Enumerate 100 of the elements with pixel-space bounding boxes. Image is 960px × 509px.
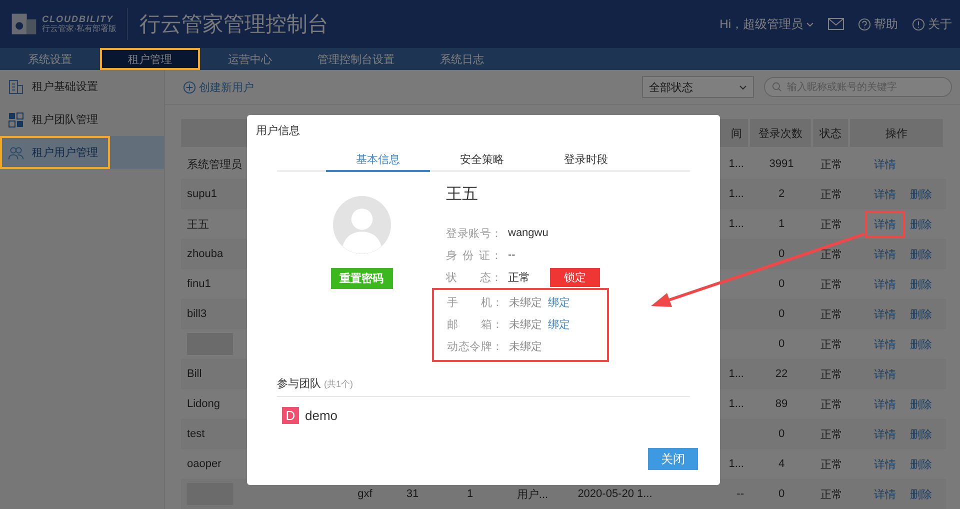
table-cell: 1... (728, 158, 744, 170)
status-dropdown[interactable]: 全部状态 (642, 76, 754, 98)
logo-subtitle: 行云管家·私有部署版 (42, 24, 117, 34)
logo-wordmark: CLOUDBILITY (42, 14, 114, 24)
bind-link[interactable]: 绑定 (548, 316, 570, 332)
field-value: 未绑定 (509, 340, 542, 354)
table-cell: 0 (778, 278, 785, 290)
avatar-silhouette-icon (332, 196, 390, 254)
table-cell: 1 (466, 488, 474, 500)
close-button[interactable]: 关闭 (648, 448, 698, 470)
field-label: 邮 箱： (447, 318, 503, 332)
table-cell: 1 (778, 218, 785, 230)
table-cell-text: 正常 (820, 308, 842, 322)
user-name: 王五 (446, 185, 479, 205)
table-cell: 0 (778, 428, 785, 440)
table-link[interactable]: 删除 (910, 246, 932, 262)
dialog-tab[interactable]: 基本信息 (326, 148, 430, 172)
app-title: 行云管家管理控制台 (140, 12, 329, 38)
table-cell-text: 正常 (820, 278, 842, 292)
table-cell: 22 (775, 368, 788, 380)
table-cell-text: 王五 (187, 218, 209, 232)
table-cell: 0 (778, 488, 785, 500)
table-cell: 0 (778, 338, 785, 350)
nav-tab[interactable]: 租户管理 (100, 48, 200, 70)
reset-password-button[interactable]: 重置密码 (330, 268, 392, 289)
user-menu[interactable]: Hi，超级管理员 (720, 16, 814, 32)
sidebar-item[interactable]: 租户团队管理 (0, 103, 164, 136)
table-link[interactable]: 删除 (910, 396, 932, 412)
table-link[interactable]: 删除 (910, 336, 932, 352)
table-link[interactable]: 删除 (910, 426, 932, 442)
help-link[interactable]: 帮助 (858, 16, 898, 32)
nav-tab[interactable]: 运营中心 (200, 48, 300, 70)
field-label: 身 份 证： (446, 248, 502, 262)
table-cell-text: 正常 (820, 218, 842, 232)
table-link[interactable]: 删除 (910, 486, 932, 502)
table-cell: 89 (775, 398, 788, 410)
section-title: 参与团队 (277, 377, 321, 391)
field-value: 未绑定 (509, 318, 542, 332)
field-value: -- (508, 249, 516, 261)
table-cell: 1... (728, 368, 744, 380)
table-cell: 2020-05-20 1... (578, 488, 652, 500)
field-label: 状 态： (446, 270, 502, 284)
field-value: wangwu (508, 227, 548, 239)
lock-button[interactable]: 锁定 (550, 268, 600, 286)
table-cell: 2 (778, 188, 785, 200)
table-cell-text: 系统管理员 (187, 158, 242, 172)
table-cell-text: 正常 (820, 188, 842, 202)
table-link[interactable]: 详情 (874, 456, 896, 472)
create-user-button[interactable]: 创建新用户 (183, 80, 254, 94)
table-cell: 1... (728, 188, 744, 200)
dialog-title: 用户信息 (256, 124, 301, 138)
mail-icon[interactable] (828, 18, 844, 30)
table-link[interactable]: 详情 (874, 396, 896, 412)
table-cell: -- (736, 488, 744, 500)
table-link[interactable]: 删除 (910, 276, 932, 292)
table-link[interactable]: 删除 (910, 186, 932, 202)
table-link[interactable]: 详情 (874, 426, 896, 442)
table-cell: test (187, 428, 205, 440)
table-cell-text: 正常 (820, 398, 842, 412)
sidebar-item[interactable]: 租户用户管理 (0, 136, 164, 169)
team-count: (共1个) (324, 378, 353, 391)
nav-tab[interactable]: 系统设置 (0, 48, 100, 70)
table-cell-text: 正常 (820, 248, 842, 262)
table-link[interactable]: 详情 (874, 246, 896, 262)
field-value: 正常 (508, 270, 530, 284)
grid-icon (8, 112, 24, 128)
dialog-tab[interactable]: 安全策略 (430, 148, 534, 172)
table-cell: Bill (187, 368, 202, 380)
table-cell: 3991 (769, 158, 794, 170)
table-link[interactable]: 详情 (874, 336, 896, 352)
column-header: 状态 (813, 119, 850, 147)
table-link[interactable]: 详情 (874, 366, 896, 382)
table-link[interactable]: 删除 (910, 456, 932, 472)
table-cell: 1... (728, 398, 744, 410)
field-label: 动态令牌： (447, 340, 503, 354)
dialog-tab[interactable]: 登录时段 (534, 148, 638, 172)
bind-link[interactable]: 绑定 (548, 294, 570, 310)
nav-tab[interactable]: 管理控制台设置 (300, 48, 412, 70)
table-cell: bill3 (187, 308, 207, 320)
table-link[interactable]: 详情 (874, 306, 896, 322)
table-cell: 1... (728, 218, 744, 230)
table-link[interactable]: 删除 (910, 216, 932, 232)
users-icon (8, 144, 24, 160)
sidebar-item[interactable]: 租户基础设置 (0, 70, 164, 103)
table-link[interactable]: 详情 (874, 186, 896, 202)
table-cell-text: 正常 (820, 368, 842, 382)
table-link[interactable]: 详情 (874, 276, 896, 292)
table-link[interactable]: 详情 (874, 156, 896, 172)
table-cell: 0 (778, 248, 785, 260)
table-cell-text: 正常 (820, 428, 842, 442)
table-cell: 0 (778, 308, 785, 320)
nav-tab[interactable]: 系统日志 (412, 48, 512, 70)
field-label: 手 机： (447, 296, 503, 310)
table-link[interactable]: 删除 (910, 306, 932, 322)
table-link[interactable]: 详情 (874, 486, 896, 502)
team-badge: D (282, 407, 299, 424)
about-link[interactable]: 关于 (912, 16, 952, 32)
table-cell: 1... (728, 458, 744, 470)
column-header: 登录次数 (750, 119, 813, 147)
table-link[interactable]: 详情 (865, 210, 905, 238)
